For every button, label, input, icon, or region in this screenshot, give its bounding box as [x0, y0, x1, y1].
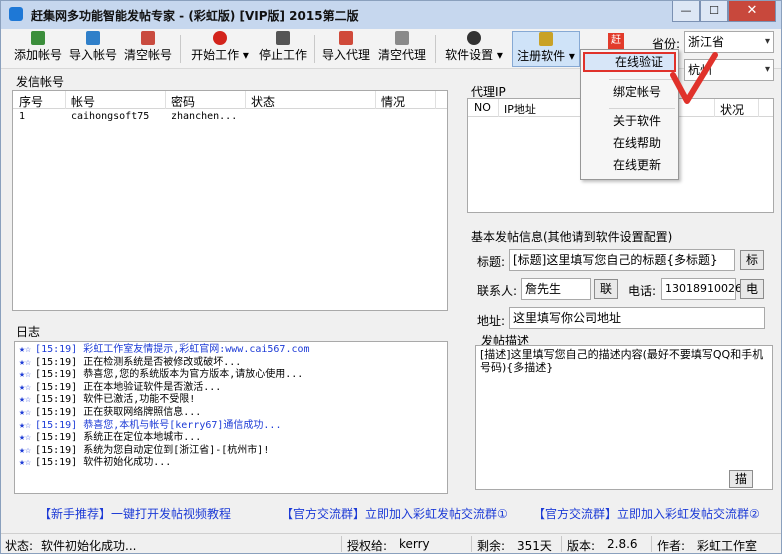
- brand-badge: 赶: [608, 33, 624, 49]
- star-icon: ★☆: [19, 344, 32, 355]
- star-icon: ★☆: [19, 444, 32, 456]
- menu-item-about[interactable]: 关于软件: [583, 111, 676, 131]
- toolbar-separator: [180, 35, 181, 63]
- log-list: ★☆ [15:19] 彩虹工作室友情提示,彩虹官网:www.cai567.com ★…: [15, 342, 447, 470]
- menu-item-bind-account[interactable]: 绑定帐号: [583, 82, 676, 102]
- province-select[interactable]: 浙江省 ▾: [684, 31, 774, 53]
- import-account-button[interactable]: 导入帐号: [68, 31, 118, 67]
- window-title: 赶集网多功能智能发帖专家 - (彩虹版) [VIP版] 2015第二版: [31, 9, 359, 23]
- column-header[interactable]: 状态: [251, 93, 275, 110]
- column-header[interactable]: 密码: [171, 93, 195, 110]
- import-proxy-icon: [339, 31, 353, 45]
- star-icon: ★☆: [19, 432, 32, 444]
- maximize-button[interactable]: ☐: [700, 1, 728, 22]
- log-line: ★☆ [15:19] 正在检测系统是否被修改或破坏...: [19, 356, 242, 368]
- star-icon: ★☆: [19, 381, 32, 393]
- table-row[interactable]: 1 caihongsoft75 zhanchen...: [13, 111, 447, 125]
- star-icon: ★☆: [19, 457, 32, 469]
- accounts-section-title: 发信帐号: [16, 75, 65, 89]
- star-icon: ★☆: [19, 419, 32, 431]
- column-header[interactable]: 序号: [19, 93, 43, 110]
- clear-account-button[interactable]: 清空帐号: [123, 31, 173, 67]
- title-input[interactable]: [标题]这里填写您自己的标题{多标题}: [509, 249, 735, 271]
- star-icon: ★☆: [19, 356, 32, 368]
- title-label: 标题:: [477, 255, 506, 269]
- close-button[interactable]: ✕: [728, 1, 776, 22]
- column-header[interactable]: IP地址: [504, 101, 536, 117]
- log-line: ★☆ [15:19] 恭喜您,本机与帐号[kerry67]通信成功...: [19, 419, 282, 431]
- log-line: ★☆ [15:19] 正在获取网络牌照信息...: [19, 406, 202, 418]
- toolbar-separator: [314, 35, 315, 63]
- contact-label: 联系人:: [477, 284, 518, 298]
- phone-input[interactable]: 13018910026: [661, 278, 742, 300]
- info-icon: [467, 31, 481, 45]
- address-input[interactable]: 这里填写你公司地址: [509, 307, 765, 329]
- address-label: 地址:: [477, 314, 506, 328]
- stop-work-button[interactable]: 停止工作: [258, 31, 308, 67]
- desc-button[interactable]: 描: [729, 470, 753, 488]
- menu-item-online-verify[interactable]: 在线验证: [583, 52, 676, 72]
- add-account-button[interactable]: 添加帐号: [13, 31, 63, 67]
- group-link-2[interactable]: 【官方交流群】立即加入彩虹发帖交流群②: [533, 505, 760, 525]
- log-line: ★☆ [15:19] 恭喜您,您的系统版本为官方版本,请放心使用...: [19, 369, 304, 381]
- column-header[interactable]: 状况: [720, 101, 744, 118]
- star-icon: ★☆: [19, 394, 32, 406]
- menu-item-help[interactable]: 在线帮助: [583, 133, 676, 153]
- start-work-button[interactable]: 开始工作 ▾: [191, 31, 249, 67]
- settings-button[interactable]: 软件设置 ▾: [444, 31, 504, 67]
- log-line: ★☆ [15:19] 彩虹工作室友情提示,彩虹官网:www.cai567.com: [19, 344, 310, 355]
- app-window: 赶集网多功能智能发帖专家 - (彩虹版) [VIP版] 2015第二版 — ☐ …: [0, 0, 782, 554]
- register-dropdown-menu: 在线验证 绑定帐号 关于软件 在线帮助 在线更新: [580, 49, 679, 180]
- column-header[interactable]: 帐号: [71, 93, 95, 110]
- title-button[interactable]: 标: [740, 250, 764, 270]
- contact-input[interactable]: 詹先生: [521, 278, 591, 300]
- toolbar-separator: [435, 35, 436, 63]
- title-bar: 赶集网多功能智能发帖专家 - (彩虹版) [VIP版] 2015第二版 — ☐ …: [1, 1, 781, 29]
- play-icon: [213, 31, 227, 45]
- import-proxy-button[interactable]: 导入代理: [321, 31, 371, 67]
- group-link-1[interactable]: 【官方交流群】立即加入彩虹发帖交流群①: [281, 505, 508, 525]
- contact-button[interactable]: 联: [594, 279, 618, 299]
- minimize-button[interactable]: —: [672, 1, 700, 22]
- menu-item-update[interactable]: 在线更新: [583, 155, 676, 175]
- desc-textarea[interactable]: [描述]这里填写您自己的描述内容(最好不要填写QQ和手机号码){多描述}: [475, 345, 773, 490]
- stop-icon: [276, 31, 290, 45]
- app-icon: [9, 7, 23, 21]
- post-section-title: 基本发帖信息(其他请到软件设置配置): [471, 230, 673, 244]
- tutorial-link[interactable]: 【新手推荐】一键打开发帖视频教程: [39, 505, 231, 525]
- chevron-down-icon: ▾: [764, 36, 770, 47]
- star-icon: ★☆: [19, 406, 32, 418]
- phone-button[interactable]: 电: [740, 279, 764, 299]
- status-text: 软件初始化成功...: [41, 539, 137, 553]
- author: 彩虹工作室: [697, 539, 758, 553]
- auth-user: kerry: [399, 537, 430, 551]
- import-icon: [86, 31, 100, 45]
- key-icon: [539, 32, 553, 46]
- chevron-down-icon: ▾: [764, 64, 770, 75]
- phone-label: 电话:: [628, 284, 657, 298]
- register-button[interactable]: 注册软件 ▾: [512, 31, 580, 67]
- version: 2.8.6: [607, 537, 638, 551]
- trash-icon: [395, 31, 409, 45]
- log-box[interactable]: ★☆ [15:19] 彩虹工作室友情提示,彩虹官网:www.cai567.com ★…: [14, 341, 448, 494]
- column-header[interactable]: NO: [474, 101, 491, 114]
- log-line: ★☆ [15:19] 正在本地验证软件是否激活...: [19, 381, 222, 393]
- clear-proxy-button[interactable]: 清空代理: [377, 31, 427, 67]
- star-icon: ★☆: [19, 369, 32, 381]
- log-section-title: 日志: [16, 325, 41, 339]
- column-header[interactable]: 情况: [381, 93, 405, 110]
- accounts-table: 序号 帐号 密码 状态 情况 1 caihongsoft75 zhanchen.…: [12, 90, 448, 311]
- log-line: ★☆ [15:19] 系统正在定位本地城市...: [19, 432, 202, 444]
- status-bar: 状态: 软件初始化成功... 授权给: kerry 剩余: 351天 版本: 2…: [1, 533, 781, 553]
- table-header: 序号 帐号 密码 状态 情况: [13, 91, 447, 109]
- log-line: ★☆ [15:19] 软件已激活,功能不受限!: [19, 394, 196, 406]
- checkmark-icon: [670, 52, 718, 104]
- log-line: ★☆ [15:19] 软件初始化成功...: [19, 457, 172, 469]
- log-line: ★☆ [15:19] 系统为您自动定位到[浙江省]-[杭州市]!: [19, 444, 270, 456]
- clear-icon: [141, 31, 155, 45]
- add-user-icon: [31, 31, 45, 45]
- days-left: 351天: [517, 539, 552, 553]
